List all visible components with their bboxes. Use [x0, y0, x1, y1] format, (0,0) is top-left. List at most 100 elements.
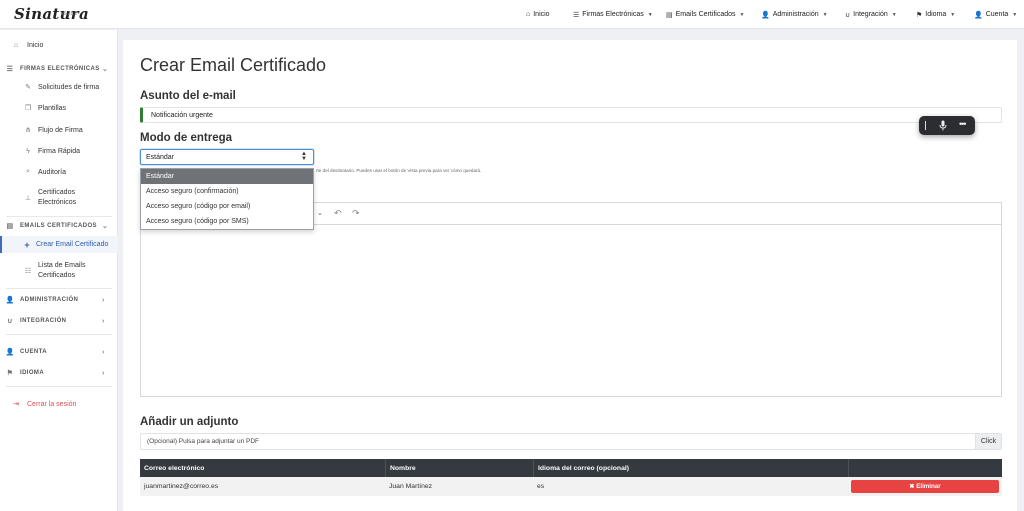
redo-icon[interactable]: ↷: [352, 208, 360, 219]
nav-label: Administración: [772, 11, 819, 18]
sidebar-section-cuenta[interactable]: 👤 CUENTA ›: [0, 346, 118, 358]
nav-cuenta[interactable]: 👤 Cuenta ▼: [974, 0, 1017, 29]
header-actions: [848, 459, 1002, 477]
stamp-icon: ⊥: [24, 195, 32, 202]
delete-button[interactable]: ✖ Eliminar: [851, 480, 999, 493]
drag-handle-icon[interactable]: [925, 121, 926, 130]
select-value: Estándar: [146, 153, 175, 161]
table-row: juanmartinez@correo.es Juan Martínez es …: [140, 477, 1002, 496]
delivery-heading: Modo de entrega: [140, 132, 233, 144]
subject-heading: Asunto del e-mail: [140, 90, 236, 102]
label-line-1: Lista de Emails: [38, 262, 86, 269]
sidebar-item-flujo[interactable]: ⋔ Flujo de Firma: [0, 124, 118, 136]
label-line-2: Certificados: [38, 272, 75, 279]
undo-icon[interactable]: ↶: [334, 208, 342, 219]
chevron-down-icon: ⌄: [102, 223, 109, 230]
sidebar-item-label: Auditoría: [38, 168, 67, 176]
sidebar-item-label: Lista de Emails Certificados: [38, 261, 85, 281]
logout-icon: ⇥: [13, 401, 19, 408]
nav-firmas-electronicas[interactable]: ☰ Firmas Electrónicas ▼: [573, 0, 653, 29]
sidebar-item-label: Solicitudes de firma: [38, 83, 100, 91]
sidebar-section-idioma[interactable]: ⚑ IDIOMA ›: [0, 367, 118, 379]
nav-inicio[interactable]: ⌂ Inicio: [526, 0, 550, 29]
sidebar-item-inicio[interactable]: ⌂ Inicio: [0, 39, 118, 51]
sidebar-section-integracion[interactable]: ∪ INTEGRACIÓN ›: [0, 315, 118, 327]
cell-email[interactable]: juanmartinez@correo.es: [140, 477, 385, 496]
more-options-icon[interactable]: •••: [959, 119, 967, 129]
attachment-button[interactable]: Click: [975, 433, 1002, 450]
section-label: ADMINISTRACIÓN: [20, 297, 79, 303]
top-navbar: Sinatura v6.28.0 ⌂ Inicio ☰ Firmas Elect…: [0, 0, 1024, 29]
user-icon: 👤: [974, 11, 983, 19]
caret-down-icon: ▼: [891, 11, 897, 18]
app-version: v6.28.0: [61, 11, 78, 17]
nav-idioma[interactable]: ⚑ Idioma ▼: [916, 0, 955, 29]
nav-label: Firmas Electrónicas: [582, 11, 644, 18]
delivery-option-codigo-email[interactable]: Acceso seguro (código por email): [141, 199, 313, 214]
sidebar-section-firmas[interactable]: ☰ FIRMAS ELECTRÓNICAS ⌄: [0, 63, 118, 75]
nav-integracion[interactable]: ∪ Integración ▼: [845, 0, 897, 29]
delivery-option-estandar[interactable]: Estándar: [141, 169, 313, 184]
delivery-option-codigo-sms[interactable]: Acceso seguro (código por SMS): [141, 214, 313, 229]
user-icon: 👤: [5, 349, 15, 356]
cell-name[interactable]: Juan Martínez: [385, 477, 533, 496]
sidebar-divider: [6, 386, 112, 387]
caret-down-icon: ▼: [647, 11, 653, 18]
sidebar: ⌂ Inicio ☰ FIRMAS ELECTRÓNICAS ⌄ ✎ Solic…: [0, 30, 118, 511]
email-body-editor[interactable]: [140, 224, 1002, 397]
list-icon: ☷: [24, 268, 32, 275]
nav-label: Idioma: [925, 11, 947, 18]
caret-down-icon: ▼: [739, 11, 745, 18]
sidebar-item-label: Flujo de Firma: [38, 126, 83, 134]
user-plus-icon: 👤: [761, 11, 770, 19]
label-line-1: Certificados: [38, 189, 75, 196]
attachment-input[interactable]: (Opcional) Pulsa para adjuntar un PDF: [140, 433, 976, 450]
sidebar-item-label: Plantillas: [38, 104, 67, 112]
microphone-icon[interactable]: [939, 120, 947, 133]
attachment-heading: Añadir un adjunto: [140, 416, 239, 428]
sidebar-item-label: Crear Email Certificado: [36, 241, 109, 248]
sidebar-section-emails[interactable]: ▤ EMAILS CERTIFICADOS ⌄: [0, 220, 118, 232]
app-logo[interactable]: Sinatura: [14, 5, 89, 23]
table-header: Correo electrónico Nombre Idioma del cor…: [140, 459, 1002, 477]
section-label: INTEGRACIÓN: [20, 318, 67, 324]
sidebar-item-label: Firma Rápida: [38, 147, 81, 155]
sidebar-divider: [6, 216, 112, 217]
delivery-option-confirmacion[interactable]: Acceso seguro (confirmación): [141, 184, 313, 199]
select-arrows-icon: ▲ ▼: [301, 151, 307, 162]
bolt-icon: ϟ: [26, 147, 30, 155]
nav-administracion[interactable]: 👤 Administración ▼: [761, 0, 828, 29]
chevron-right-icon: ›: [102, 296, 105, 304]
search-icon: ⌕: [26, 168, 30, 175]
email-icon: ▤: [666, 11, 673, 19]
list-icon: ☰: [573, 11, 580, 19]
sidebar-divider: [6, 334, 112, 335]
file-signature-icon: ✎: [25, 84, 31, 91]
sidebar-item-certificados[interactable]: ⊥ Certificados Electrónicos: [0, 186, 118, 210]
sidebar-item-auditoria[interactable]: ⌕ Auditoría: [0, 166, 118, 178]
email-icon: ▤: [6, 223, 14, 230]
delivery-mode-select[interactable]: Estándar ▲ ▼: [140, 149, 314, 165]
flag-icon: ⚑: [916, 11, 923, 19]
caret-down-icon: ▼: [950, 11, 956, 18]
chevron-right-icon: ›: [102, 369, 105, 377]
nav-emails-certificados[interactable]: ▤ Emails Certificados ▼: [666, 0, 745, 29]
nav-label: Emails Certificados: [675, 11, 736, 18]
delivery-mode-dropdown: Estándar Acceso seguro (confirmación) Ac…: [140, 168, 314, 230]
sidebar-section-administracion[interactable]: 👤 ADMINISTRACIÓN ›: [0, 294, 118, 306]
magnet-icon: ∪: [7, 318, 13, 325]
subject-input[interactable]: Notificación urgente: [140, 107, 1002, 123]
sidebar-item-logout[interactable]: ⇥ Cerrar la sesión: [0, 398, 118, 410]
sidebar-item-crear-email[interactable]: + Crear Email Certificado: [0, 236, 118, 253]
home-icon: ⌂: [13, 41, 19, 49]
sidebar-item-plantillas[interactable]: ❐ Plantillas: [0, 102, 118, 114]
sidebar-item-firma-rapida[interactable]: ϟ Firma Rápida: [0, 145, 118, 157]
sidebar-divider: [6, 288, 112, 289]
chevron-down-icon[interactable]: ⌄: [317, 209, 323, 217]
sidebar-item-solicitudes[interactable]: ✎ Solicitudes de firma: [0, 81, 118, 93]
caret-down-icon: ▼: [822, 11, 828, 18]
sidebar-item-lista-emails[interactable]: ☷ Lista de Emails Certificados: [0, 259, 118, 283]
cell-language[interactable]: es: [533, 477, 848, 496]
chevron-right-icon: ›: [102, 348, 105, 356]
copy-icon: ❐: [24, 105, 32, 112]
